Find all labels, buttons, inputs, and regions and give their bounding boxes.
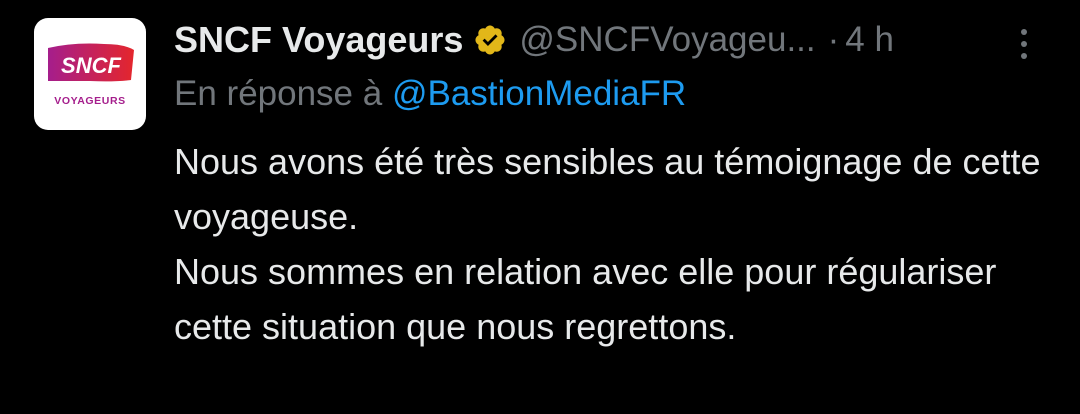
timestamp[interactable]: 4 h [845,20,894,60]
separator-dot: · [827,20,840,59]
avatar-caption: VOYAGEURS [54,95,126,107]
tweet-text: Nous avons été très sensibles au témoign… [174,134,1054,354]
avatar[interactable]: SNCF VOYAGEURS [34,18,146,130]
verified-badge-icon[interactable] [473,23,507,57]
sncf-logo: SNCF VOYAGEURS [48,43,134,107]
tweet[interactable]: SNCF VOYAGEURS SNCF Voyageurs @SNCFVoyag… [0,0,1080,414]
tweet-header: SNCF Voyageurs @SNCFVoyageu... · 4 h [174,14,894,66]
tweet-paragraph: Nous sommes en relation avec elle pour r… [174,251,997,347]
reply-context: En réponse à @BastionMediaFR [174,74,686,114]
reply-prefix: En réponse à [174,74,383,113]
handle[interactable]: @SNCFVoyageu... [519,20,815,60]
sncf-logo-text: SNCF [61,53,121,78]
tweet-paragraph: Nous avons été très sensibles au témoign… [174,141,1041,237]
display-name[interactable]: SNCF Voyageurs [174,19,463,61]
more-options-icon[interactable] [1012,24,1036,64]
reply-mention-link[interactable]: @BastionMediaFR [392,74,686,113]
